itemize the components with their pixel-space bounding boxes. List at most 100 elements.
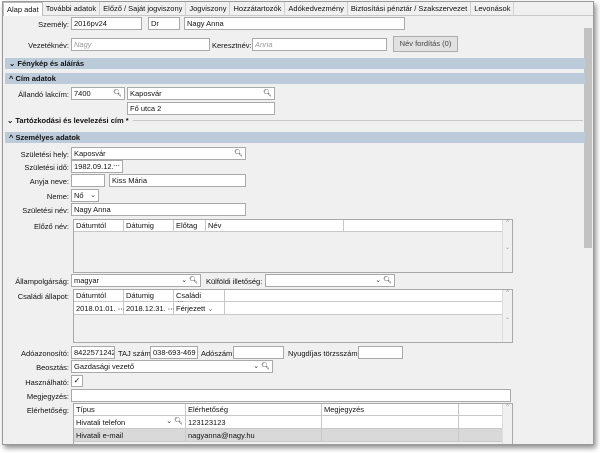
zip-input[interactable]: 7400 🔍︎ [71, 87, 125, 100]
lookup-icon[interactable]: 🔍︎ [263, 89, 272, 97]
first-name-input[interactable]: Anna [252, 38, 387, 51]
ellipsis-icon[interactable]: ⋯ [113, 162, 120, 170]
birth-date-value: 1982.09.12. [74, 162, 114, 171]
section-foto-title: Fénykép és aláírás [17, 59, 85, 68]
section-szemelyes-title: Személyes adatok [15, 133, 81, 142]
section-cim[interactable]: ^ Cím adatok [5, 73, 585, 84]
previous-name-grid[interactable]: Dátumtól Dátumig Előtag Név ^ ⌄ [73, 219, 513, 273]
divider [133, 120, 583, 121]
table-cell[interactable]: 2018.01.01. ⋯ [74, 302, 125, 315]
tax-number-input[interactable] [233, 346, 284, 359]
table-cell[interactable]: 2018.12.31. ⋯ [124, 302, 175, 315]
lakcim-label: Állandó lakcím: [18, 90, 69, 99]
table-cell[interactable]: Férjezett ⌄ [174, 302, 225, 315]
citizenship-select[interactable]: magyar ⌄ 🔍︎ [71, 274, 201, 287]
section-foto[interactable]: ⌄ Fénykép és aláírás [5, 58, 585, 69]
adoszam-label: Adószám: [201, 349, 235, 358]
table-cell[interactable]: 123123123 [186, 416, 322, 429]
col-nev[interactable]: Név [206, 220, 344, 232]
tab-alap-adat[interactable]: Alap adat [3, 2, 43, 16]
position-select[interactable]: Gazdasági vezető ⌄ 🔍︎ [71, 360, 273, 373]
tab-hozzatartozok[interactable]: Hozzátartozók [230, 2, 286, 16]
col-csaladi-allapot[interactable]: Családi állapot [174, 290, 225, 309]
col-empty [344, 220, 503, 232]
birth-place-input[interactable]: Kaposvár 🔍︎ [71, 147, 246, 160]
table-cell[interactable]: nagyanna@nagy.hu [186, 429, 322, 442]
table-cell [459, 429, 503, 442]
person-name-input[interactable]: Nagy Anna [184, 17, 405, 30]
tab-jogviszony[interactable]: Jogviszony [186, 2, 231, 16]
name-translation-button[interactable]: Név fordítás (0) [393, 36, 458, 52]
grid-scrollbar[interactable]: ^ [502, 404, 512, 444]
citizenship-value: magyar [74, 276, 100, 285]
birth-date-input[interactable]: 1982.09.12. ⋯ [71, 160, 123, 173]
tab-adokedvezmeny[interactable]: Adókedvezmény [285, 2, 348, 16]
nyugdijas-label: Nyugdíjas törzsszám: [288, 349, 360, 358]
cell-value: Hivatali telefon [76, 418, 126, 427]
pension-number-input[interactable] [358, 346, 403, 359]
last-name-input[interactable]: Nagy [71, 38, 210, 51]
col-datumig[interactable]: Dátumig [124, 290, 174, 302]
elozo-nev-label: Előző név: [33, 222, 69, 231]
table-cell[interactable] [322, 429, 459, 442]
chevron-down-lookup-icon[interactable]: ⌄ 🔍︎ [181, 276, 198, 284]
table-cell[interactable]: Hivatali e-mail [74, 429, 186, 442]
scrollbar-thumb[interactable] [584, 28, 592, 248]
szul-hely-label: Születési hely: [20, 150, 69, 159]
anyja-label: Anyja neve: [29, 177, 69, 186]
name-prefix-input[interactable]: Dr [148, 17, 180, 30]
tab-biztositasi-penztar[interactable]: Biztosítási pénztár / Szakszervezet [348, 2, 472, 16]
allampolgarsag-label: Állampolgárság: [15, 277, 69, 286]
section-cim-title: Cím adatok [15, 74, 56, 83]
table-cell [459, 416, 503, 429]
contact-grid[interactable]: Típus Elérhetőség Megjegyzés Hivatali te… [73, 403, 513, 444]
usable-checkbox[interactable]: ✓ [71, 375, 83, 387]
zip-value: 7400 [74, 89, 91, 98]
birth-place-value: Kaposvár [74, 149, 106, 158]
gender-value: Nő [74, 191, 84, 200]
lookup-icon[interactable]: 🔍︎ [113, 89, 122, 97]
taj-input[interactable]: 038-693-469 [150, 346, 198, 359]
employee-window: Alap adat További adatok Előző / Saját j… [2, 1, 594, 445]
foreign-residency-select[interactable]: ⌄ 🔍︎ [265, 274, 395, 287]
table-cell[interactable]: Hivatali telefon ⌄ 🔍︎ [74, 416, 186, 429]
table-cell[interactable] [225, 302, 503, 315]
gender-select[interactable]: Nő ⌄ [71, 189, 99, 202]
marital-status-grid[interactable]: Dátumtól Dátumig Családi állapot 2018.01… [73, 289, 513, 343]
table-cell[interactable] [322, 416, 459, 429]
mother-name-input[interactable]: Kiss Mária [109, 174, 246, 187]
tab-elozo-jogviszony[interactable]: Előző / Saját jogviszony [100, 2, 187, 16]
tab-bar: Alap adat További adatok Előző / Saját j… [3, 2, 593, 16]
col-datumtol[interactable]: Dátumtól [74, 290, 124, 302]
tab-levonasok[interactable]: Levonások [471, 2, 515, 16]
chevron-down-lookup-icon[interactable]: ⌄ 🔍︎ [375, 276, 392, 284]
cell-value: 2018.01.01. [76, 304, 116, 313]
birth-name-input[interactable]: Nagy Anna [71, 203, 246, 216]
lookup-icon[interactable]: 🔍︎ [234, 149, 243, 157]
street-input[interactable]: Fő utca 2 [127, 102, 275, 115]
adoazonosito-label: Adóazonosító: [21, 349, 69, 358]
tax-id-input[interactable]: 8422571242 [71, 346, 115, 359]
section-tartozkodasi[interactable]: ⌄ Tartózkodási és levelezési cím * [7, 116, 129, 125]
cell-value: 2018.12.31. [126, 304, 166, 313]
position-value: Gazdasági vezető [74, 362, 135, 371]
chevron-down-lookup-icon[interactable]: ⌄ 🔍︎ [166, 417, 183, 425]
col-datumig[interactable]: Dátumig [124, 220, 174, 232]
note-input[interactable] [71, 389, 511, 402]
hasznalhato-label: Használható: [25, 378, 69, 387]
tab-tovabbi-adatok[interactable]: További adatok [43, 2, 101, 16]
szul-ido-label: Születési idő: [24, 163, 69, 172]
col-megjegyzes[interactable]: Megjegyzés [322, 404, 459, 416]
person-code-input[interactable]: 2016pv24 [71, 17, 142, 30]
mother-prefix-input[interactable] [71, 174, 105, 187]
section-szemelyes[interactable]: ^ Személyes adatok [5, 132, 585, 143]
city-input[interactable]: Kaposvár 🔍︎ [127, 87, 275, 100]
neme-label: Neme: [46, 192, 69, 201]
col-elotag[interactable]: Előtag [174, 220, 206, 232]
grid-scrollbar[interactable]: ^ ⌄ [502, 290, 512, 342]
col-datumtol[interactable]: Dátumtól [74, 220, 124, 232]
chevron-down-lookup-icon[interactable]: ⌄ 🔍︎ [253, 362, 270, 370]
col-tipus[interactable]: Típus [74, 404, 186, 416]
col-elerhetoseg[interactable]: Elérhetőség [186, 404, 322, 416]
grid-scrollbar[interactable]: ^ ⌄ [502, 220, 512, 272]
